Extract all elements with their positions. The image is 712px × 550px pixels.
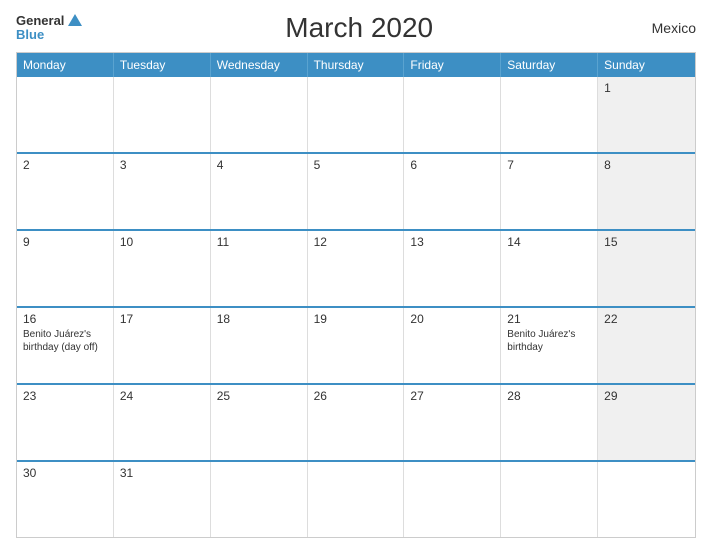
day-cell	[404, 77, 501, 152]
day-cell: 20	[404, 308, 501, 383]
day-number: 14	[507, 235, 591, 249]
day-number: 6	[410, 158, 494, 172]
day-event: Benito Juárez's birthday	[507, 328, 591, 354]
day-cell: 29	[598, 385, 695, 460]
week-row: 9 10 11 12 13 14 15	[17, 229, 695, 306]
day-header-friday: Friday	[404, 53, 501, 77]
day-cell: 11	[211, 231, 308, 306]
day-number: 26	[314, 389, 398, 403]
day-number: 5	[314, 158, 398, 172]
day-number: 1	[604, 81, 689, 95]
day-cell: 31	[114, 462, 211, 537]
day-cell: 18	[211, 308, 308, 383]
day-cell: 4	[211, 154, 308, 229]
day-cell: 6	[404, 154, 501, 229]
day-header-tuesday: Tuesday	[114, 53, 211, 77]
calendar: MondayTuesdayWednesdayThursdayFridaySatu…	[16, 52, 696, 538]
day-cell: 14	[501, 231, 598, 306]
day-cell: 10	[114, 231, 211, 306]
day-cell	[308, 462, 405, 537]
day-header-monday: Monday	[17, 53, 114, 77]
day-cell	[114, 77, 211, 152]
day-number: 16	[23, 312, 107, 326]
day-number: 18	[217, 312, 301, 326]
logo: General Blue	[16, 14, 82, 43]
logo-blue-text: Blue	[16, 28, 82, 42]
day-number: 22	[604, 312, 689, 326]
day-event: Benito Juárez's birthday (day off)	[23, 328, 107, 354]
day-number: 31	[120, 466, 204, 480]
day-number: 19	[314, 312, 398, 326]
day-cell	[501, 462, 598, 537]
day-cell: 24	[114, 385, 211, 460]
day-number: 28	[507, 389, 591, 403]
day-cell: 17	[114, 308, 211, 383]
day-number: 11	[217, 235, 301, 249]
day-cell: 7	[501, 154, 598, 229]
day-cell: 30	[17, 462, 114, 537]
logo-general-text: General	[16, 14, 64, 28]
day-cell: 25	[211, 385, 308, 460]
day-cell: 21 Benito Juárez's birthday	[501, 308, 598, 383]
day-number: 21	[507, 312, 591, 326]
day-number: 24	[120, 389, 204, 403]
day-cell	[17, 77, 114, 152]
week-row: 16 Benito Juárez's birthday (day off) 17 18…	[17, 306, 695, 383]
day-cell: 9	[17, 231, 114, 306]
day-cell: 19	[308, 308, 405, 383]
day-header-wednesday: Wednesday	[211, 53, 308, 77]
week-row: 23 24 25 26 27 28 29	[17, 383, 695, 460]
calendar-body: 12345678910111213141516Benito Juárez's b…	[17, 77, 695, 537]
week-row: 1	[17, 77, 695, 152]
day-cell: 26	[308, 385, 405, 460]
day-cell	[211, 462, 308, 537]
day-cell: 13	[404, 231, 501, 306]
day-number: 23	[23, 389, 107, 403]
day-number: 25	[217, 389, 301, 403]
day-number: 30	[23, 466, 107, 480]
page: General Blue March 2020 Mexico MondayTue…	[0, 0, 712, 550]
day-number: 29	[604, 389, 689, 403]
day-cell: 12	[308, 231, 405, 306]
day-cell: 5	[308, 154, 405, 229]
day-header-saturday: Saturday	[501, 53, 598, 77]
day-number: 27	[410, 389, 494, 403]
day-number: 7	[507, 158, 591, 172]
day-cell	[404, 462, 501, 537]
day-cell: 8	[598, 154, 695, 229]
day-number: 4	[217, 158, 301, 172]
day-number: 9	[23, 235, 107, 249]
country-label: Mexico	[636, 20, 696, 36]
week-row: 30 31	[17, 460, 695, 537]
day-header-sunday: Sunday	[598, 53, 695, 77]
day-number: 15	[604, 235, 689, 249]
logo-triangle-icon	[68, 14, 82, 26]
day-cell: 23	[17, 385, 114, 460]
day-number: 8	[604, 158, 689, 172]
day-cell	[211, 77, 308, 152]
day-cell: 15	[598, 231, 695, 306]
day-cell: 1	[598, 77, 695, 152]
day-number: 10	[120, 235, 204, 249]
day-cell: 3	[114, 154, 211, 229]
day-header-thursday: Thursday	[308, 53, 405, 77]
day-cell	[308, 77, 405, 152]
day-cell: 16 Benito Juárez's birthday (day off)	[17, 308, 114, 383]
day-number: 17	[120, 312, 204, 326]
day-cell: 27	[404, 385, 501, 460]
day-number: 2	[23, 158, 107, 172]
day-cell: 2	[17, 154, 114, 229]
day-cell: 28	[501, 385, 598, 460]
day-cell	[598, 462, 695, 537]
calendar-title: March 2020	[82, 12, 636, 44]
week-row: 2345678	[17, 152, 695, 229]
day-cell	[501, 77, 598, 152]
day-cell: 22	[598, 308, 695, 383]
day-number: 20	[410, 312, 494, 326]
calendar-header: MondayTuesdayWednesdayThursdayFridaySatu…	[17, 53, 695, 77]
day-number: 3	[120, 158, 204, 172]
header: General Blue March 2020 Mexico	[16, 12, 696, 44]
day-number: 12	[314, 235, 398, 249]
day-number: 13	[410, 235, 494, 249]
